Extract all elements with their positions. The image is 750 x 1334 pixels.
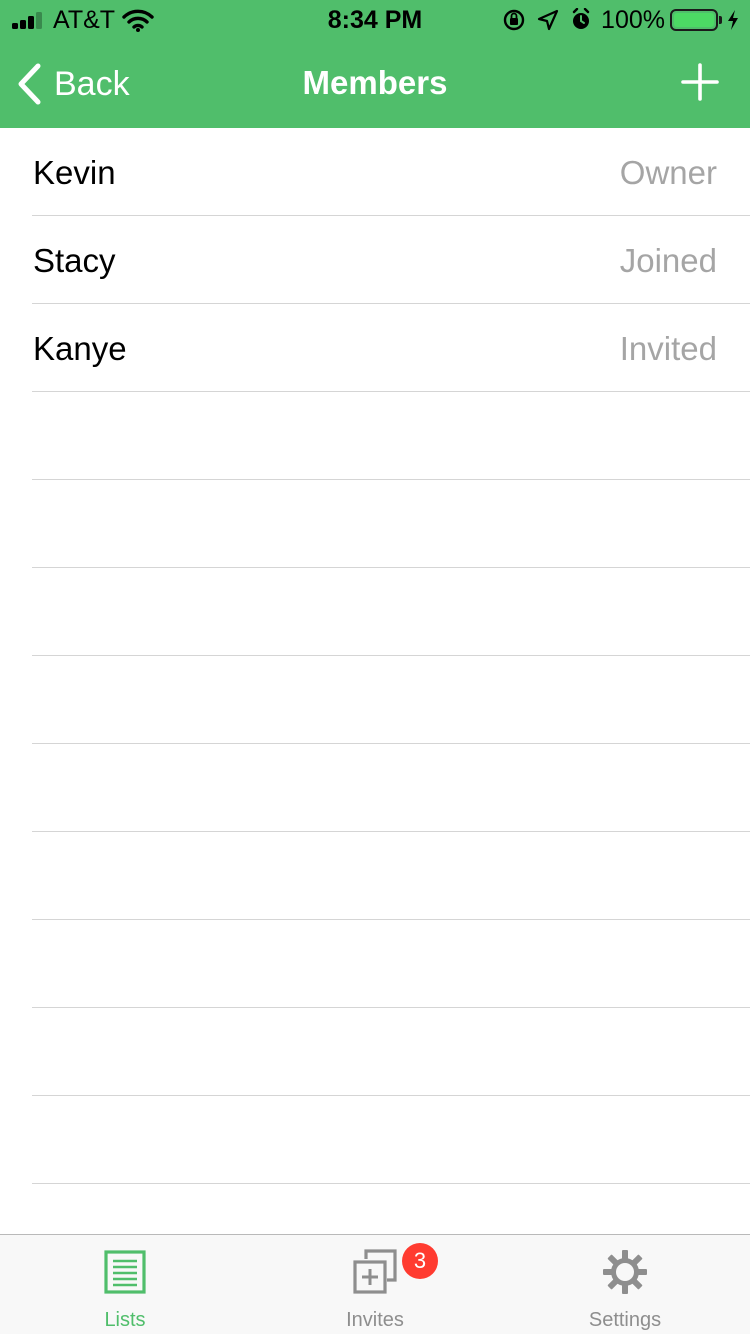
member-row[interactable]: Kevin Owner (32, 128, 750, 216)
charging-bolt-icon (728, 10, 738, 30)
empty-row (32, 1008, 750, 1096)
gear-icon (603, 1250, 647, 1294)
member-name: Kanye (33, 330, 127, 367)
empty-row (32, 392, 750, 480)
member-list: Kevin Owner Stacy Joined Kanye Invited (0, 128, 750, 1234)
member-row[interactable]: Kanye Invited (32, 304, 750, 392)
chevron-left-icon (18, 63, 41, 105)
status-icons (503, 8, 590, 31)
navigation-bar: Back Members (0, 40, 750, 128)
list-icon (104, 1250, 146, 1294)
tab-settings[interactable]: Settings (500, 1235, 750, 1334)
empty-row (32, 480, 750, 568)
member-row[interactable]: Stacy Joined (32, 216, 750, 304)
invites-icon (353, 1249, 397, 1294)
battery-nub (719, 16, 722, 24)
tab-settings-label: Settings (588, 1309, 662, 1331)
battery-fill (674, 13, 714, 27)
alarm-icon (572, 8, 590, 29)
member-status: Invited (619, 330, 717, 367)
tab-bar: Lists Invites Settings (0, 1234, 750, 1334)
member-name: Stacy (33, 242, 116, 279)
empty-row (32, 1096, 750, 1184)
empty-row (32, 832, 750, 920)
back-button[interactable]: Back (16, 60, 130, 108)
member-status: Joined (619, 242, 717, 279)
invites-badge: 3 (402, 1243, 438, 1279)
empty-row (32, 568, 750, 656)
add-member-button[interactable] (680, 62, 720, 102)
member-status: Owner (619, 154, 717, 191)
battery-icon (670, 9, 718, 31)
battery-percent: 100% (601, 6, 665, 34)
member-name: Kevin (33, 154, 116, 191)
header: AT&T 8:34 PM 100% Back Members (0, 0, 750, 128)
tab-invites-label: Invites (346, 1309, 404, 1331)
tab-lists[interactable]: Lists (0, 1235, 250, 1334)
rotation-lock-icon (503, 9, 525, 31)
tab-lists-label: Lists (104, 1309, 146, 1331)
location-icon (537, 9, 559, 31)
empty-row (32, 656, 750, 744)
status-bar: AT&T 8:34 PM 100% (0, 0, 750, 40)
empty-row (32, 920, 750, 1008)
back-label: Back (54, 64, 130, 103)
tab-invites[interactable]: Invites (250, 1235, 500, 1334)
empty-row (32, 744, 750, 832)
